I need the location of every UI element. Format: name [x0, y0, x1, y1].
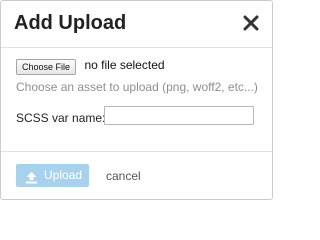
dialog-footer: Upload cancel — [1, 151, 272, 199]
scss-var-label: SCSS var name: — [16, 111, 106, 125]
upload-button[interactable]: Upload — [16, 164, 89, 187]
cancel-link[interactable]: cancel — [106, 169, 141, 183]
dialog-header: Add Upload — [1, 1, 272, 48]
scss-var-input[interactable] — [104, 106, 254, 125]
choose-file-button[interactable]: Choose File — [16, 59, 77, 75]
upload-hint: Choose an asset to upload (png, woff2, e… — [16, 80, 258, 94]
file-status: no file selected — [84, 58, 165, 72]
upload-button-label: Upload — [44, 168, 83, 182]
close-icon[interactable] — [242, 14, 260, 32]
file-picker: Choose File no file selected — [16, 58, 165, 75]
dialog-title: Add Upload — [14, 12, 127, 34]
add-upload-dialog: Add Upload Choose File no file selected … — [0, 0, 273, 200]
upload-icon — [25, 169, 38, 184]
